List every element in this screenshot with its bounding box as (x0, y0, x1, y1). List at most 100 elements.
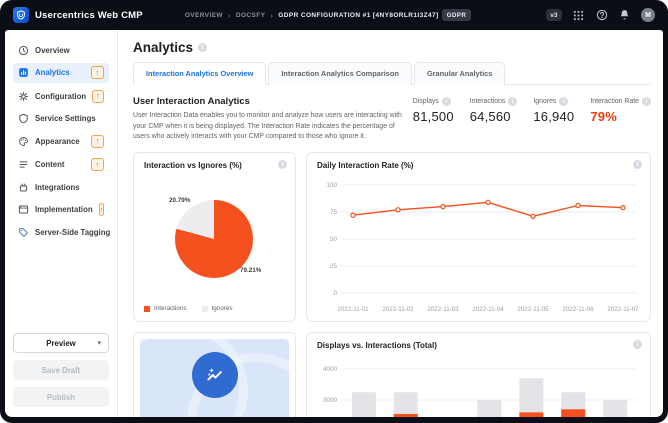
info-icon[interactable]: i (642, 97, 651, 106)
stat-label: Ignores (533, 98, 556, 105)
svg-text:2022-11-06: 2022-11-06 (562, 306, 594, 313)
bar-chart: 4000 3000 (317, 353, 642, 417)
breadcrumb[interactable]: OVERVIEW›DOCSFY›GDPR CONFIGURATION #1 [4… (185, 11, 439, 20)
apps-grid-icon[interactable] (572, 9, 585, 22)
info-icon[interactable]: i (198, 43, 207, 52)
sidebar-item-integrations[interactable]: Integrations (13, 178, 109, 196)
upgrade-arrow-icon[interactable]: ↑ (99, 203, 105, 216)
main-content: Analytics i Interaction Analytics Overvi… (118, 30, 663, 417)
sidebar-item-label: Server-Side Tagging (35, 228, 110, 237)
preview-button-label: Preview (46, 339, 75, 348)
sidebar-item-content[interactable]: Content ↑ (13, 155, 109, 175)
sidebar-item-label: Implementation (35, 205, 93, 214)
service-settings-icon (18, 113, 29, 124)
sidebar-item-overview[interactable]: Overview (13, 41, 109, 59)
sidebar-item-configuration[interactable]: Configuration↑ (13, 86, 109, 106)
page-title: Analytics (133, 40, 193, 55)
upgrade-arrow-icon[interactable]: ↑ (92, 90, 104, 103)
sidebar-item-label: Integrations (35, 183, 80, 192)
tab-granular-analytics[interactable]: Granular Analytics (414, 62, 505, 85)
section-description: User Interaction Data enables you to mon… (133, 111, 413, 143)
svg-text:25: 25 (330, 263, 338, 270)
sidebar-item-implementation[interactable]: Implementation ↑ (13, 200, 109, 220)
svg-text:0: 0 (333, 290, 337, 297)
sidebar: OverviewAnalytics↑Configuration↑Service … (5, 30, 118, 417)
sidebar-item-analytics[interactable]: Analytics ↑ (13, 63, 109, 83)
brand[interactable]: Usercentrics Web CMP (13, 7, 143, 23)
sidebar-item-appearance[interactable]: Appearance ↑ (13, 131, 109, 151)
section-header: User Interaction Analytics User Interact… (133, 96, 651, 143)
info-icon[interactable]: i (633, 160, 642, 169)
stat-value: 64,560 (470, 109, 518, 124)
stat-value: 81,500 (413, 109, 454, 124)
pie-data-label: 79.21% (240, 267, 261, 274)
sidebar-item-label: Appearance (35, 137, 80, 146)
usercentrics-logo-icon (13, 7, 29, 23)
section-title: User Interaction Analytics (133, 96, 413, 107)
stat-label: Interaction Rate (590, 98, 639, 105)
topbar: Usercentrics Web CMP OVERVIEW›DOCSFY›GDP… (0, 0, 668, 30)
charts-grid: Interaction vs Ignores (%) i 79.21% 20.79… (133, 152, 651, 417)
upgrade-arrow-icon[interactable]: ↑ (91, 66, 104, 79)
svg-text:4000: 4000 (323, 366, 338, 373)
svg-text:2022-11-07: 2022-11-07 (607, 306, 639, 313)
version-badge: v3 (546, 9, 562, 21)
integrations-icon (18, 182, 29, 193)
legend-swatch (202, 306, 208, 312)
breadcrumb-item[interactable]: OVERVIEW (185, 12, 223, 19)
upgrade-arrow-icon[interactable]: ↑ (91, 135, 104, 148)
topbar-actions: v3 M (546, 8, 655, 22)
stats-row: Displaysi81,500Interactionsi64,560Ignore… (413, 96, 651, 143)
svg-text:2022-11-03: 2022-11-03 (427, 306, 459, 313)
breadcrumb-item[interactable]: GDPR CONFIGURATION #1 [4NY8ORLR1I3Z47] (278, 12, 438, 19)
info-icon[interactable]: i (278, 160, 287, 169)
analytics-spark-icon (192, 352, 238, 398)
stat-label-row: Displaysi (413, 97, 454, 106)
config-type-badge: GDPR (442, 9, 472, 21)
stat-displays: Displaysi 81,500 (413, 97, 454, 143)
sidebar-item-label: Overview (35, 46, 70, 55)
legend-label: Ignores (212, 305, 233, 312)
promo-illustration (140, 339, 289, 417)
implementation-icon (18, 204, 29, 215)
appearance-icon (18, 136, 29, 147)
user-avatar[interactable]: M (641, 8, 655, 22)
publish-button[interactable]: Publish (13, 387, 109, 407)
tab-bar: Interaction Analytics OverviewInteractio… (133, 62, 651, 85)
sidebar-item-service-settings[interactable]: Service Settings (13, 110, 109, 128)
chevron-down-icon: ▾ (97, 339, 101, 347)
tab-interaction-analytics-overview[interactable]: Interaction Analytics Overview (133, 62, 266, 85)
info-icon[interactable]: i (633, 340, 642, 349)
legend-item-ignores: Ignores (202, 305, 233, 312)
breadcrumb-item[interactable]: DOCSFY (236, 12, 266, 19)
breadcrumb-separator: › (270, 11, 273, 20)
sidebar-item-label: Analytics (35, 68, 70, 77)
notifications-bell-icon[interactable] (618, 9, 631, 22)
svg-text:3000: 3000 (323, 397, 338, 404)
legend-item-interactions: Interactions (144, 305, 187, 312)
pie-chart-title: Interaction vs Ignores (%) (144, 161, 285, 170)
stat-label-row: Interaction Ratei (590, 97, 651, 106)
promo-card[interactable] (133, 332, 296, 417)
stat-interactions: Interactionsi64,560 (470, 97, 518, 143)
legend-label: Interactions (154, 305, 187, 312)
pie-data-label: 20.79% (169, 197, 190, 204)
pie-chart-card: Interaction vs Ignores (%) i 79.21% 20.79… (133, 152, 296, 322)
upgrade-arrow-icon[interactable]: ↑ (91, 158, 104, 171)
stat-label: Displays (413, 98, 439, 105)
sidebar-item-server-side-tagging[interactable]: Server-Side Tagging (13, 223, 109, 241)
info-icon[interactable]: i (442, 97, 451, 106)
section-intro: User Interaction Analytics User Interact… (133, 96, 413, 143)
save-draft-button[interactable]: Save Draft (13, 360, 109, 380)
preview-button[interactable]: Preview ▾ (13, 333, 109, 353)
info-icon[interactable]: i (508, 97, 517, 106)
tab-interaction-analytics-comparison[interactable]: Interaction Analytics Comparison (268, 62, 412, 85)
overview-icon (18, 45, 29, 56)
stat-ignores: Ignoresi16,940 (533, 97, 574, 143)
line-chart-title: Daily Interaction Rate (%) (317, 161, 640, 170)
sidebar-nav: OverviewAnalytics↑Configuration↑Service … (13, 41, 109, 333)
info-icon[interactable]: i (559, 97, 568, 106)
sidebar-item-label: Content (35, 160, 64, 169)
help-icon[interactable] (595, 9, 608, 22)
pie-legend: Interactions Ignores (144, 305, 233, 312)
